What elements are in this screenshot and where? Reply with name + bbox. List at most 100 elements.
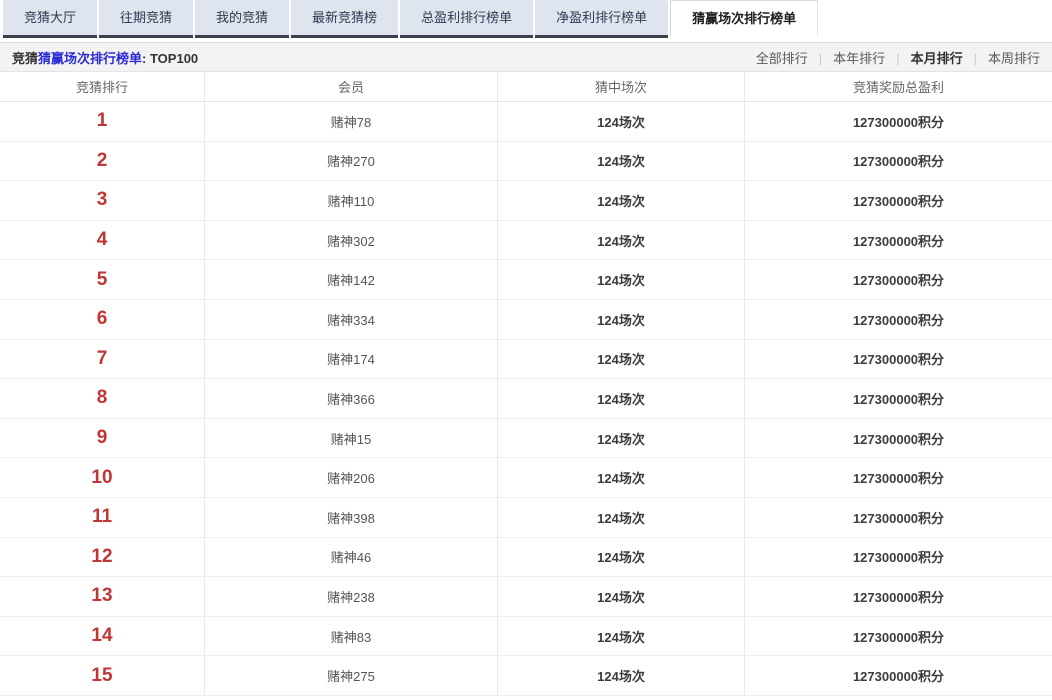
table-row: 8 赌神366 124场次 127300000积分 <box>0 379 1052 419</box>
member-cell: 赌神238 <box>205 577 498 616</box>
member-cell: 赌神366 <box>205 379 498 418</box>
rank-cell: 4 <box>0 221 205 260</box>
tab[interactable]: 最新竞猜榜 <box>291 0 398 38</box>
table-row: 12 赌神46 124场次 127300000积分 <box>0 538 1052 578</box>
tab[interactable]: 我的竞猜 <box>195 0 289 38</box>
profit-cell: 127300000积分 <box>745 340 1052 379</box>
rank-cell: 15 <box>0 656 205 695</box>
member-cell: 赌神15 <box>205 419 498 458</box>
rank-cell: 9 <box>0 419 205 458</box>
table-row: 3 赌神110 124场次 127300000积分 <box>0 181 1052 221</box>
table-row: 5 赌神142 124场次 127300000积分 <box>0 260 1052 300</box>
rank-cell: 13 <box>0 577 205 616</box>
profit-cell: 127300000积分 <box>745 379 1052 418</box>
member-cell: 赌神398 <box>205 498 498 537</box>
profit-cell: 127300000积分 <box>745 142 1052 181</box>
matches-cell: 124场次 <box>498 458 745 497</box>
table-row: 6 赌神334 124场次 127300000积分 <box>0 300 1052 340</box>
tab[interactable]: 猜赢场次排行榜单 <box>670 0 818 38</box>
page-title-highlight: 猜赢场次排行榜单 <box>38 51 142 66</box>
member-cell: 赌神174 <box>205 340 498 379</box>
matches-cell: 124场次 <box>498 221 745 260</box>
profit-cell: 127300000积分 <box>745 260 1052 299</box>
member-cell: 赌神142 <box>205 260 498 299</box>
member-cell: 赌神83 <box>205 617 498 656</box>
time-filter-link[interactable]: 本月排行 <box>885 48 962 67</box>
matches-cell: 124场次 <box>498 656 745 695</box>
rank-cell: 12 <box>0 538 205 577</box>
rank-cell: 11 <box>0 498 205 537</box>
profit-cell: 127300000积分 <box>745 617 1052 656</box>
member-cell: 赌神78 <box>205 102 498 141</box>
matches-cell: 124场次 <box>498 419 745 458</box>
column-header: 猜中场次 <box>498 72 745 101</box>
matches-cell: 124场次 <box>498 260 745 299</box>
tab[interactable]: 总盈利排行榜单 <box>400 0 533 38</box>
matches-cell: 124场次 <box>498 300 745 339</box>
table-header-row: 竞猜排行 会员 猜中场次 竞猜奖励总盈利 <box>0 72 1052 102</box>
profit-cell: 127300000积分 <box>745 538 1052 577</box>
tab-bar: 竞猜大厅 往期竞猜 我的竞猜 最新竞猜榜 总盈利排行榜单 净盈利排行榜单 猜赢场… <box>0 0 1052 38</box>
table-row: 4 赌神302 124场次 127300000积分 <box>0 221 1052 261</box>
rank-cell: 7 <box>0 340 205 379</box>
member-cell: 赌神302 <box>205 221 498 260</box>
rank-cell: 2 <box>0 142 205 181</box>
rank-cell: 5 <box>0 260 205 299</box>
column-header: 竞猜奖励总盈利 <box>745 72 1052 101</box>
matches-cell: 124场次 <box>498 142 745 181</box>
time-filter-link[interactable]: 本年排行 <box>808 48 885 67</box>
matches-cell: 124场次 <box>498 102 745 141</box>
profit-cell: 127300000积分 <box>745 300 1052 339</box>
member-cell: 赌神206 <box>205 458 498 497</box>
member-cell: 赌神275 <box>205 656 498 695</box>
rank-cell: 6 <box>0 300 205 339</box>
member-cell: 赌神334 <box>205 300 498 339</box>
profit-cell: 127300000积分 <box>745 498 1052 537</box>
betting-leaderboard-page: 竞猜大厅 往期竞猜 我的竞猜 最新竞猜榜 总盈利排行榜单 净盈利排行榜单 猜赢场… <box>0 0 1052 700</box>
column-header: 会员 <box>205 72 498 101</box>
tab[interactable]: 净盈利排行榜单 <box>535 0 668 38</box>
table-row: 1 赌神78 124场次 127300000积分 <box>0 102 1052 142</box>
profit-cell: 127300000积分 <box>745 577 1052 616</box>
table-row: 11 赌神398 124场次 127300000积分 <box>0 498 1052 538</box>
member-cell: 赌神110 <box>205 181 498 220</box>
page-title: 竞猜猜赢场次排行榜单: TOP100 <box>12 48 198 67</box>
rank-cell: 1 <box>0 102 205 141</box>
matches-cell: 124场次 <box>498 617 745 656</box>
table-row: 14 赌神83 124场次 127300000积分 <box>0 617 1052 657</box>
time-filter-link[interactable]: 本周排行 <box>963 48 1040 67</box>
rank-cell: 3 <box>0 181 205 220</box>
member-cell: 赌神46 <box>205 538 498 577</box>
time-range-filters: 全部排行 本年排行 本月排行 本周排行 <box>756 48 1040 67</box>
profit-cell: 127300000积分 <box>745 181 1052 220</box>
tab-list: 竞猜大厅 往期竞猜 我的竞猜 最新竞猜榜 总盈利排行榜单 净盈利排行榜单 猜赢场… <box>0 0 818 38</box>
profit-cell: 127300000积分 <box>745 656 1052 695</box>
tab[interactable]: 竞猜大厅 <box>3 0 97 38</box>
rank-cell: 8 <box>0 379 205 418</box>
matches-cell: 124场次 <box>498 577 745 616</box>
table-row: 9 赌神15 124场次 127300000积分 <box>0 419 1052 459</box>
page-title-suffix: : TOP100 <box>142 51 198 66</box>
profit-cell: 127300000积分 <box>745 458 1052 497</box>
matches-cell: 124场次 <box>498 538 745 577</box>
page-title-prefix: 竞猜 <box>12 51 38 66</box>
profit-cell: 127300000积分 <box>745 419 1052 458</box>
tab[interactable]: 往期竞猜 <box>99 0 193 38</box>
table-row: 10 赌神206 124场次 127300000积分 <box>0 458 1052 498</box>
matches-cell: 124场次 <box>498 498 745 537</box>
subheader: 竞猜猜赢场次排行榜单: TOP100 全部排行 本年排行 本月排行 本周排行 <box>0 42 1052 72</box>
table-body: 1 赌神78 124场次 127300000积分 2 赌神270 124场次 1… <box>0 102 1052 696</box>
time-filter-link[interactable]: 全部排行 <box>756 48 808 67</box>
member-cell: 赌神270 <box>205 142 498 181</box>
table-row: 2 赌神270 124场次 127300000积分 <box>0 142 1052 182</box>
table-row: 7 赌神174 124场次 127300000积分 <box>0 340 1052 380</box>
matches-cell: 124场次 <box>498 181 745 220</box>
matches-cell: 124场次 <box>498 340 745 379</box>
table-row: 15 赌神275 124场次 127300000积分 <box>0 656 1052 696</box>
rank-cell: 14 <box>0 617 205 656</box>
matches-cell: 124场次 <box>498 379 745 418</box>
tab-bar-filler <box>818 0 1052 38</box>
profit-cell: 127300000积分 <box>745 102 1052 141</box>
rank-cell: 10 <box>0 458 205 497</box>
ranking-table: 竞猜排行 会员 猜中场次 竞猜奖励总盈利 1 赌神78 124场次 127300… <box>0 72 1052 696</box>
